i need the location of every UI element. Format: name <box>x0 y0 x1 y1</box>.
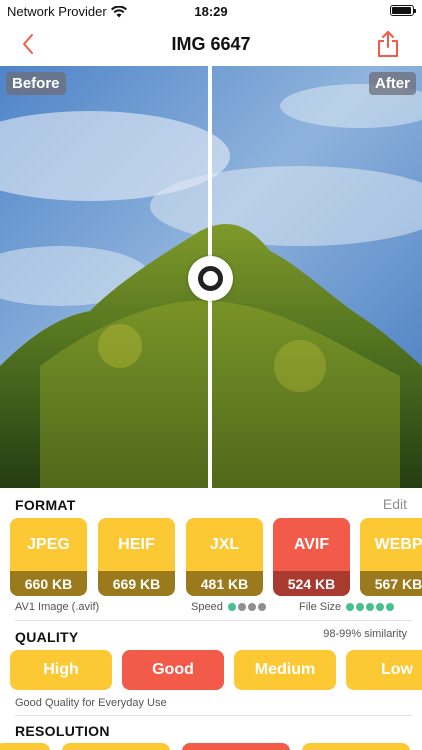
quality-option-medium[interactable]: Medium <box>234 650 336 690</box>
resolution-options <box>0 743 422 750</box>
format-size: 524 KB <box>273 571 350 596</box>
before-label: Before <box>6 72 66 95</box>
ring-icon <box>198 266 223 291</box>
format-option-webp[interactable]: WEBP 567 KB <box>360 518 422 596</box>
format-option-avif[interactable]: AVIF 524 KB <box>273 518 350 596</box>
resolution-option[interactable] <box>62 743 170 750</box>
quality-heading: QUALITY <box>15 629 79 645</box>
edit-button[interactable]: Edit <box>383 496 407 512</box>
speed-label: Speed <box>191 601 223 613</box>
format-size: 481 KB <box>186 571 263 596</box>
rating-dot-empty <box>237 603 246 611</box>
format-name: JXL <box>186 518 263 571</box>
quality-description: Good Quality for Everyday Use <box>15 697 167 709</box>
quality-options: High Good Medium Low <box>10 650 422 690</box>
resolution-option[interactable] <box>182 743 290 750</box>
resolution-option[interactable] <box>302 743 410 750</box>
format-size: 660 KB <box>10 571 87 596</box>
file-size-label: File Size <box>299 601 342 613</box>
navigation-bar: IMG 6647 <box>0 22 422 66</box>
format-info-row: AV1 Image (.avif) Speed File Size <box>15 601 407 616</box>
quality-option-high[interactable]: High <box>10 650 112 690</box>
quality-option-low[interactable]: Low <box>346 650 422 690</box>
before-after-comparison[interactable]: Before After <box>0 66 422 488</box>
rating-dot-empty <box>257 603 266 611</box>
after-label: After <box>368 72 416 95</box>
comparison-slider-handle[interactable] <box>188 256 233 301</box>
speed-dots <box>227 603 266 611</box>
rating-dot-filled <box>376 603 385 611</box>
speed-rating: Speed <box>191 601 266 613</box>
file-size-dots <box>346 603 395 611</box>
share-icon <box>378 31 398 57</box>
status-bar: Network Provider 18:29 <box>0 0 422 22</box>
rating-dot-filled <box>356 603 365 611</box>
rating-dot-filled <box>386 603 395 611</box>
format-size: 567 KB <box>360 571 422 596</box>
format-heading: FORMAT <box>15 497 76 513</box>
resolution-option[interactable] <box>0 743 50 750</box>
format-description: AV1 Image (.avif) <box>15 601 100 613</box>
format-option-jxl[interactable]: JXL 481 KB <box>186 518 263 596</box>
divider <box>15 620 412 621</box>
format-options: JPEG 660 KB HEIF 669 KB JXL 481 KB AVIF … <box>10 518 422 596</box>
share-button[interactable] <box>374 29 402 59</box>
clock: 18:29 <box>194 4 228 19</box>
rating-dot-filled <box>366 603 375 611</box>
format-name: JPEG <box>10 518 87 571</box>
rating-dot-filled <box>346 603 355 611</box>
rating-dot-empty <box>247 603 256 611</box>
format-option-heif[interactable]: HEIF 669 KB <box>98 518 175 596</box>
quality-option-good[interactable]: Good <box>122 650 224 690</box>
page-title: IMG 6647 <box>171 34 251 54</box>
format-name: HEIF <box>98 518 175 571</box>
divider <box>15 715 412 716</box>
format-name: AVIF <box>273 518 350 571</box>
battery-icon <box>390 5 416 16</box>
quality-similarity: 98-99% similarity <box>323 628 407 640</box>
file-size-rating: File Size <box>299 601 395 613</box>
format-name: WEBP <box>360 518 422 571</box>
format-size: 669 KB <box>98 571 175 596</box>
resolution-heading: RESOLUTION <box>15 723 110 739</box>
format-option-jpeg[interactable]: JPEG 660 KB <box>10 518 87 596</box>
rating-dot-filled <box>227 603 236 611</box>
